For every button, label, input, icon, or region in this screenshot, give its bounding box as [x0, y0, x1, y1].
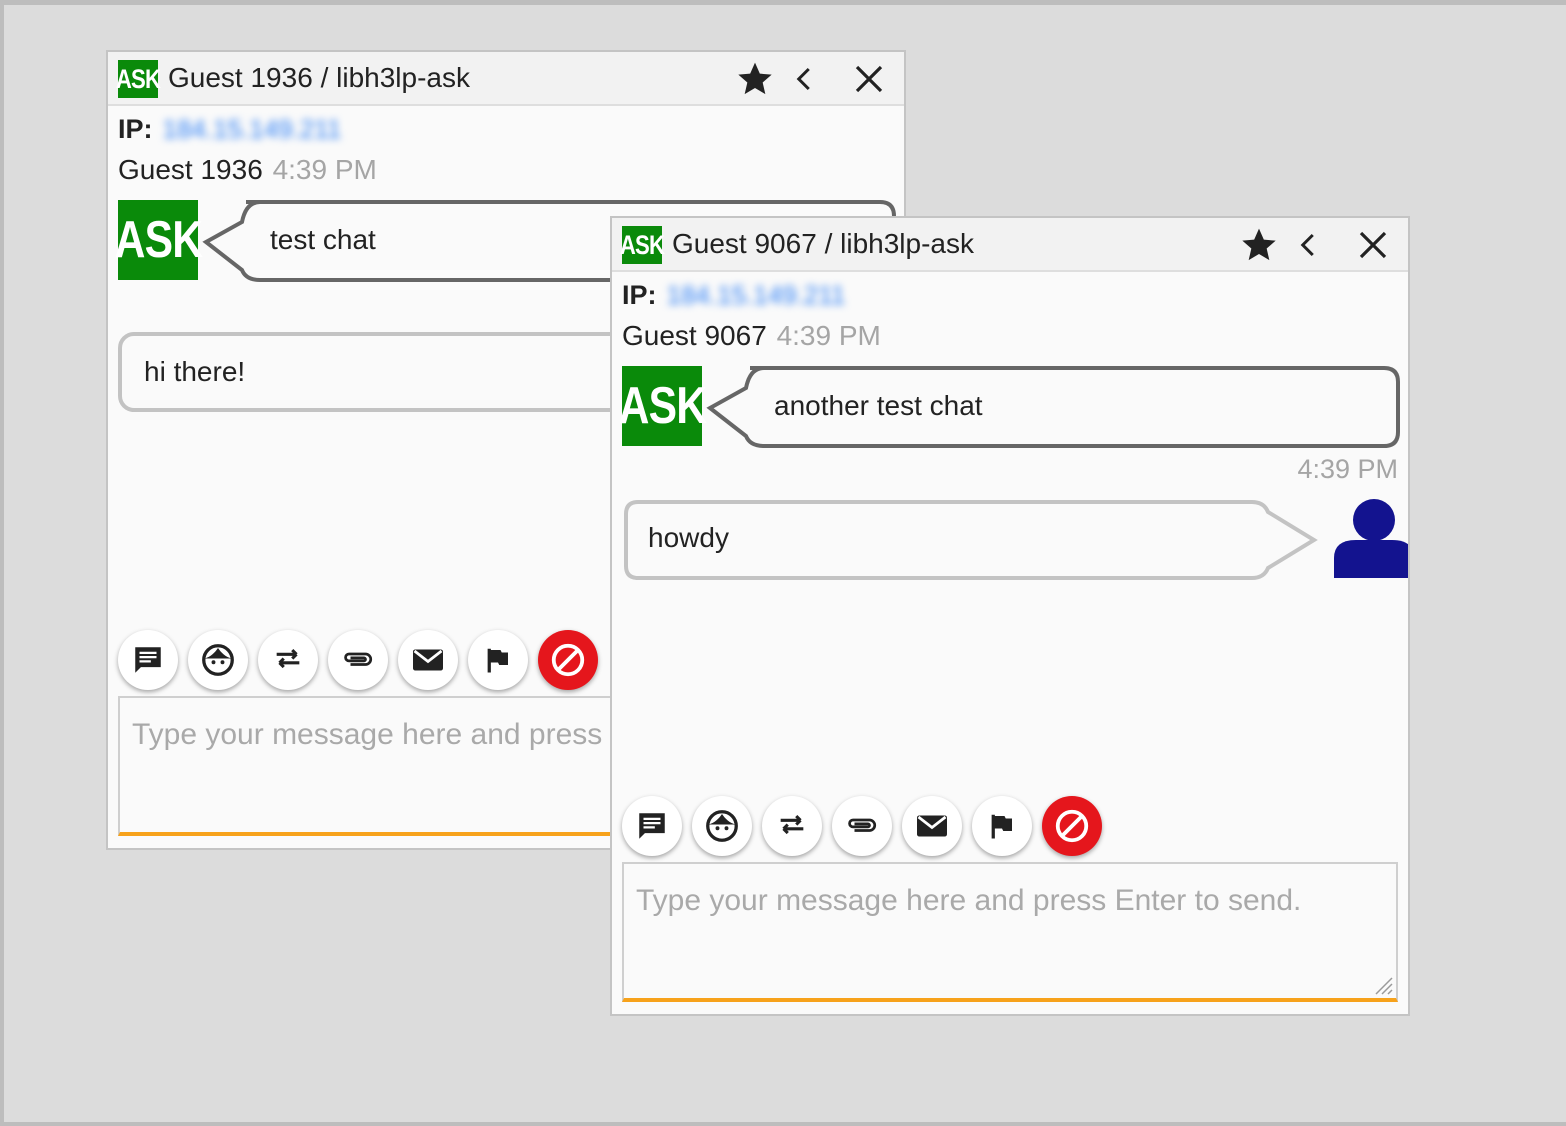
message-time: 4:39 PM: [272, 154, 377, 185]
desktop-frame-bottom: [0, 1122, 1566, 1126]
ip-row: IP: 184.15.149.211: [622, 280, 845, 311]
attachment-icon[interactable]: [328, 630, 388, 690]
ip-label: IP:: [622, 280, 657, 310]
chat-toolbar: [118, 630, 598, 690]
chat-title: Guest 9067 / libh3lp-ask: [672, 228, 974, 260]
title-separator: /: [320, 62, 329, 93]
star-icon[interactable]: [732, 56, 778, 102]
ip-address: 184.15.149.211: [666, 280, 846, 310]
star-icon[interactable]: [1236, 222, 1282, 268]
back-icon[interactable]: [782, 56, 828, 102]
ip-address: 184.15.149.211: [162, 114, 342, 144]
email-icon[interactable]: [902, 796, 962, 856]
face-icon[interactable]: [188, 630, 248, 690]
back-icon[interactable]: [1286, 222, 1332, 268]
message-header: Guest 9067 4:39 PM: [622, 320, 881, 352]
chat-titlebar[interactable]: ASK Guest 1936 / libh3lp-ask: [108, 52, 904, 106]
close-icon[interactable]: [1350, 222, 1396, 268]
face-icon[interactable]: [692, 796, 752, 856]
flag-icon[interactable]: [468, 630, 528, 690]
ip-row: IP: 184.15.149.211: [118, 114, 341, 145]
user-avatar-icon: [1334, 499, 1408, 578]
block-icon[interactable]: [538, 630, 598, 690]
librarian-message: hi there!: [144, 356, 246, 387]
chat-title: Guest 1936 / libh3lp-ask: [168, 62, 470, 94]
sender-name: Guest 1936: [118, 154, 263, 185]
attachment-icon[interactable]: [832, 796, 892, 856]
block-icon[interactable]: [1042, 796, 1102, 856]
canned-message-icon[interactable]: [622, 796, 682, 856]
desktop-frame-top: [0, 0, 1566, 5]
ip-label: IP:: [118, 114, 153, 144]
guest-name: Guest 1936: [168, 62, 313, 93]
title-separator: /: [824, 228, 833, 259]
sender-name: Guest 9067: [622, 320, 767, 351]
message-input[interactable]: [624, 864, 1396, 998]
resize-grip-icon[interactable]: [1372, 974, 1394, 996]
guest-name: Guest 9067: [672, 228, 817, 259]
ask-logo: ASK: [620, 226, 665, 264]
reply-time: 4:39 PM: [1297, 454, 1398, 484]
message-time: 4:39 PM: [776, 320, 881, 351]
desktop-frame-left: [0, 0, 4, 1126]
chat-toolbar: [622, 796, 1102, 856]
chat-titlebar[interactable]: ASK Guest 9067 / libh3lp-ask: [612, 218, 1408, 272]
librarian-message: howdy: [648, 522, 729, 553]
canned-message-icon[interactable]: [118, 630, 178, 690]
email-icon[interactable]: [398, 630, 458, 690]
transfer-icon[interactable]: [762, 796, 822, 856]
ask-logo: ASK: [116, 60, 161, 98]
transfer-icon[interactable]: [258, 630, 318, 690]
patron-message: test chat: [270, 224, 376, 255]
queue-name: libh3lp-ask: [840, 228, 974, 259]
flag-icon[interactable]: [972, 796, 1032, 856]
patron-avatar: ASK: [114, 200, 203, 280]
close-icon[interactable]: [846, 56, 892, 102]
patron-avatar: ASK: [618, 366, 707, 446]
queue-name: libh3lp-ask: [336, 62, 470, 93]
message-composer: [622, 862, 1398, 1002]
patron-message: another test chat: [774, 390, 983, 421]
chat-window-guest-9067[interactable]: ASK Guest 9067 / libh3lp-ask IP: 184.15.…: [610, 216, 1410, 1016]
message-header: Guest 1936 4:39 PM: [118, 154, 377, 186]
